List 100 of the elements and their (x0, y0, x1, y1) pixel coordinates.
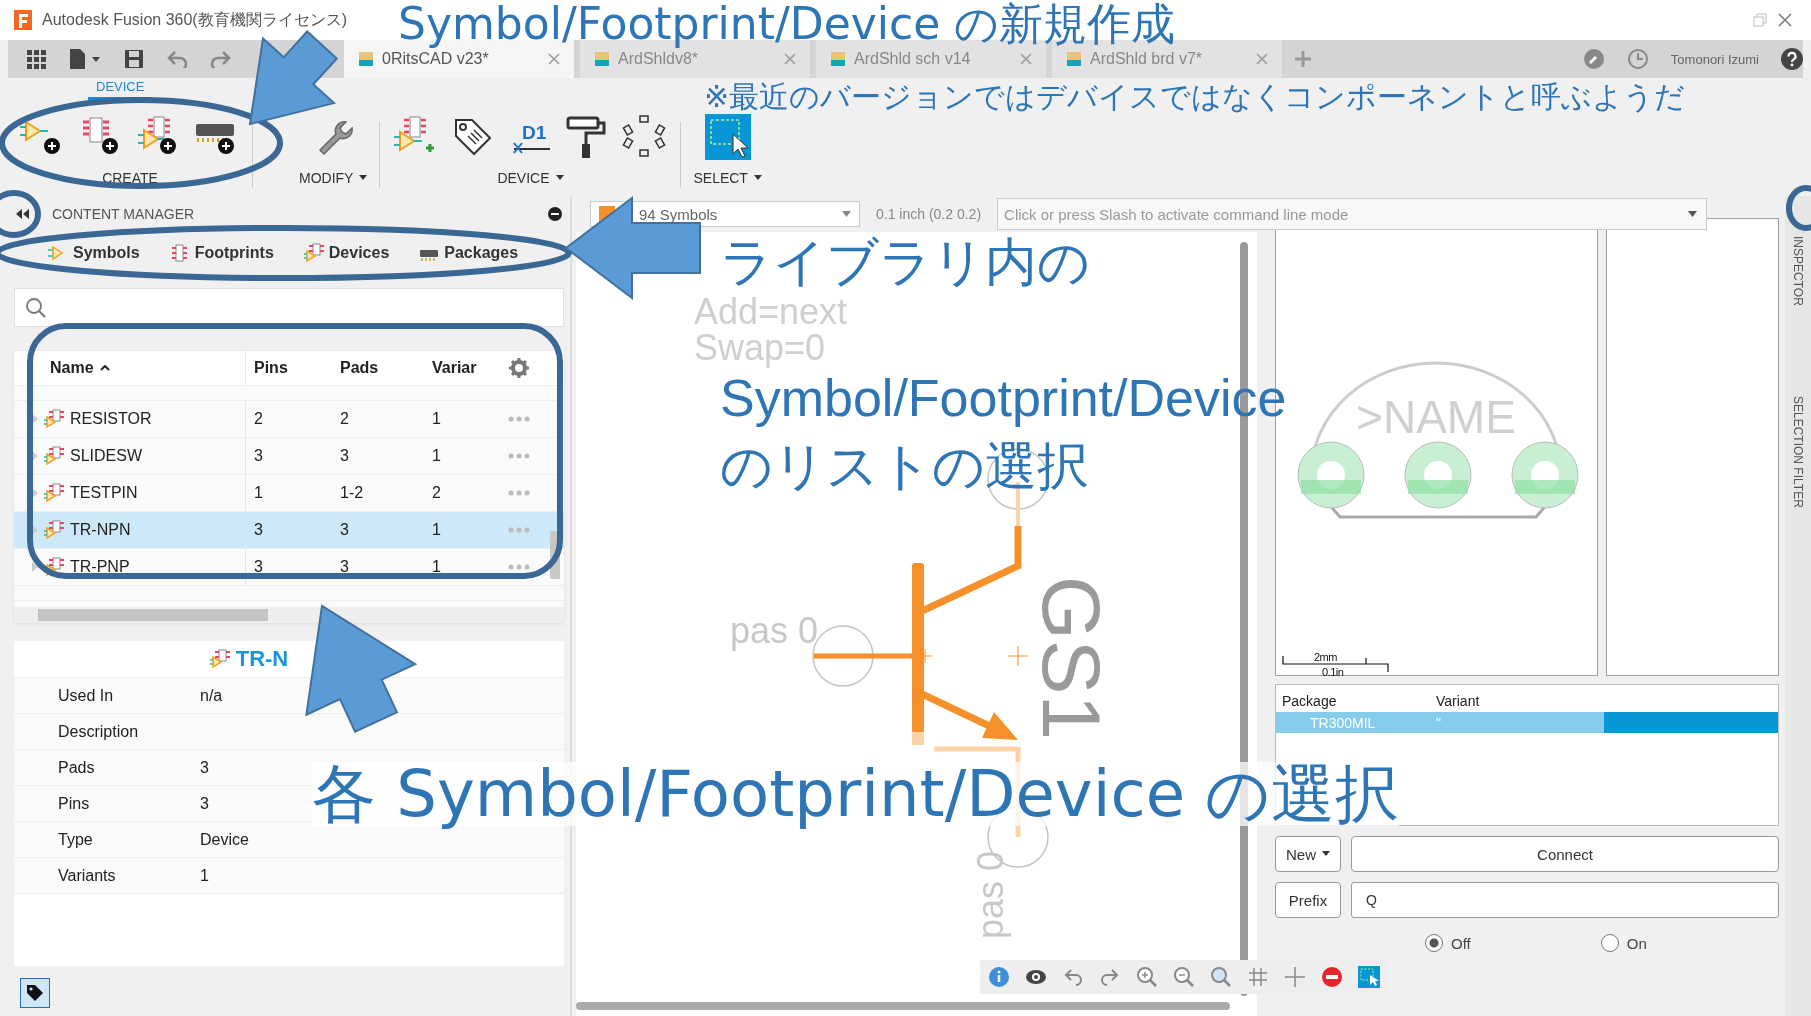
side-panel-tab[interactable]: INSPECTOR (1791, 236, 1805, 306)
group-menu[interactable]: MODIFY (299, 170, 368, 186)
table-cell-text: 1 (431, 520, 442, 540)
table-cell: " (1436, 714, 1441, 731)
panel-title: CONTENT MANAGER (52, 206, 195, 222)
annotation-text: ※最近のバージョンではデバイスではなくコンポーネントと呼ぶようだ (703, 80, 1687, 114)
table-cell: TESTPIN (70, 484, 138, 502)
table-cell-text: 1 (253, 483, 264, 503)
zoom-fit-icon[interactable] (1210, 966, 1232, 988)
close-icon[interactable] (1020, 53, 1032, 65)
group-menu[interactable]: SELECT (693, 170, 762, 186)
select-icon[interactable] (1358, 966, 1380, 988)
expand-icon[interactable] (32, 562, 38, 572)
help-icon[interactable] (1781, 48, 1803, 70)
column-header[interactable]: Name (14, 351, 246, 385)
table-row[interactable]: RESISTOR 2 2 1 (14, 401, 564, 438)
column-header[interactable]: Pins (246, 351, 332, 385)
field-label: Type (57, 830, 94, 849)
apps-grid-icon[interactable] (26, 49, 46, 69)
table-cell-text: 3 (253, 557, 264, 577)
table-cell: RESISTOR (70, 410, 152, 428)
close-icon[interactable] (784, 53, 796, 65)
device-icon (44, 520, 64, 540)
table-cell-text: 2 (339, 409, 350, 429)
field-label: Pins (57, 794, 91, 813)
tab-label: ArdShld brd v7* (1090, 50, 1204, 68)
tag-button[interactable] (20, 978, 50, 1008)
redo-icon[interactable] (1099, 966, 1121, 988)
library-tab[interactable]: Packages (419, 243, 519, 263)
user-name[interactable]: Tomonori Izumi (1670, 51, 1759, 67)
file-menu-icon[interactable] (68, 48, 102, 70)
horizontal-scrollbar[interactable] (576, 1002, 1230, 1010)
zoom-out-icon[interactable] (1173, 966, 1195, 988)
table-cell-text: 2 (253, 409, 264, 429)
stop-icon[interactable] (1321, 966, 1343, 988)
library-tab[interactable]: Devices (303, 243, 390, 263)
device-icon (44, 409, 64, 429)
clock-icon[interactable] (1626, 48, 1649, 70)
library-tab[interactable]: Symbols (48, 243, 140, 263)
expand-icon[interactable] (32, 488, 38, 498)
prefix-field[interactable]: Q (1351, 882, 1779, 918)
column-header[interactable]: Variant (1436, 693, 1480, 709)
close-icon[interactable] (1777, 12, 1793, 28)
side-panel-tab[interactable]: SELECTION FILTER (1791, 395, 1805, 508)
minimize-icon[interactable] (548, 207, 562, 221)
radio-button[interactable] (1600, 934, 1619, 952)
field-label: Description (57, 722, 140, 741)
extensions-icon[interactable] (1582, 48, 1605, 70)
expand-icon[interactable] (32, 414, 38, 424)
info-icon[interactable] (988, 966, 1010, 988)
table-cell-text: 3 (339, 557, 350, 577)
expand-icon[interactable] (32, 525, 38, 535)
caret-icon (842, 211, 851, 217)
caret-icon (555, 175, 564, 181)
scrollbar-thumb[interactable] (550, 531, 560, 579)
search-field[interactable] (14, 288, 564, 327)
scale-label: 2mm (1314, 651, 1337, 663)
device-name: TR-N (235, 646, 289, 672)
column-header[interactable]: Package (1276, 693, 1436, 709)
app-logo-icon (14, 10, 32, 30)
prefix-button[interactable]: Prefix (1275, 882, 1341, 918)
device-icon (44, 446, 64, 466)
redo-icon[interactable] (210, 50, 232, 68)
library-tab[interactable]: Footprints (169, 243, 274, 263)
horizontal-scrollbar[interactable] (14, 607, 564, 623)
settings-icon[interactable] (508, 357, 530, 379)
window-title: Autodesk Fusion 360(教育機関ライセンス) (42, 9, 347, 30)
grid-icon[interactable] (1247, 966, 1269, 988)
undo-icon[interactable] (166, 50, 188, 68)
save-icon[interactable] (124, 49, 144, 69)
close-icon[interactable] (548, 53, 560, 65)
radio-option[interactable]: On (1600, 934, 1647, 952)
radio-option[interactable]: Off (1425, 934, 1471, 952)
undo-icon[interactable] (1062, 966, 1084, 988)
document-icon (358, 51, 374, 67)
close-icon[interactable] (1256, 53, 1268, 65)
table-row[interactable]: TR-NPN 3 3 1 (14, 512, 564, 549)
field-value: n/a (200, 686, 223, 705)
select-icon[interactable] (704, 114, 751, 160)
table-row[interactable]: SLIDESW 3 3 1 (14, 438, 564, 475)
group-menu[interactable]: CREATE (102, 170, 158, 186)
crosshair-icon[interactable] (1284, 966, 1306, 988)
expand-icon[interactable] (32, 451, 38, 461)
zoom-in-icon[interactable] (1136, 966, 1158, 988)
footprint-icon (169, 243, 190, 263)
collapse-icon[interactable] (16, 209, 30, 219)
connect-button[interactable]: Connect (1351, 836, 1779, 872)
grid-setting: 0.1 inch (0.2 0.2) (876, 206, 982, 222)
column-header[interactable]: Pads (332, 351, 424, 385)
table-cell-text: 1 (431, 409, 442, 429)
new-button[interactable]: New (1275, 836, 1341, 872)
command-field[interactable]: Click or press Slash to activate command line mode (997, 198, 1708, 230)
scale-label: 0.1in (1322, 666, 1344, 677)
document-icon (1066, 51, 1082, 67)
tab-label: ArdShldv8* (618, 50, 700, 68)
column-header[interactable]: Variar (424, 351, 500, 385)
table-cell-text: TR300MIL (1309, 714, 1377, 731)
radio-button[interactable] (1425, 934, 1443, 952)
document-icon (594, 51, 610, 67)
group-menu[interactable]: DEVICE (497, 170, 564, 186)
